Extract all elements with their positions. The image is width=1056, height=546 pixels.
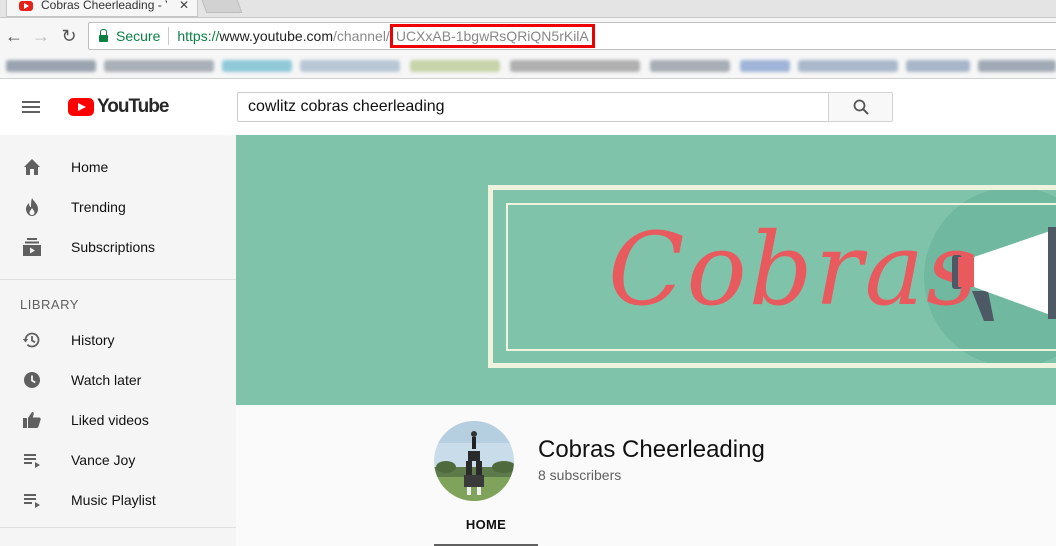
address-bar[interactable]: Secure https:// www.youtube.com /channel…	[88, 22, 1056, 50]
sidebar-divider	[0, 527, 236, 528]
url-path: /channel/	[333, 28, 390, 44]
thumbs-up-icon	[22, 410, 42, 430]
channel-name: Cobras Cheerleading	[538, 436, 765, 463]
channel-banner: Cobras	[236, 135, 1056, 405]
sidebar-divider	[0, 279, 236, 280]
sidebar-item-label: Subscriptions	[71, 239, 156, 255]
secure-label: Secure	[116, 28, 161, 44]
home-icon	[22, 157, 42, 177]
lock-icon	[99, 28, 108, 42]
library-heading: LIBRARY	[20, 297, 79, 312]
sidebar-item-label: Liked videos	[71, 412, 149, 428]
sidebar-item-label: Trending	[71, 199, 126, 215]
avatar-image	[434, 421, 514, 501]
clock-icon	[22, 370, 42, 390]
youtube-logo-text: YouTube	[97, 96, 169, 117]
tab-close-icon[interactable]: ✕	[179, 0, 189, 12]
browser-tab-title: Cobras Cheerleading - Yo	[41, 0, 167, 12]
url-scheme: https://	[177, 28, 220, 44]
reload-icon[interactable]: ↻	[58, 26, 80, 46]
sidebar-item-label: Vance Joy	[71, 452, 136, 468]
megaphone-icon	[952, 227, 1056, 321]
sidebar-item-liked-videos[interactable]: Liked videos	[0, 400, 236, 440]
youtube-logo[interactable]: YouTube	[68, 96, 169, 118]
subscriber-count: 8 subscribers	[538, 467, 622, 483]
tab-home[interactable]: HOME	[434, 517, 538, 532]
sidebar-item-label: Watch later	[71, 372, 142, 388]
browser-tab-strip: Cobras Cheerleading - Yo ✕	[0, 0, 1056, 18]
bookmark-item[interactable]	[300, 60, 400, 72]
browser-tab[interactable]: Cobras Cheerleading - Yo ✕	[6, 0, 198, 17]
bookmark-item[interactable]	[978, 60, 1056, 72]
sidebar-item-watch-later[interactable]: Watch later	[0, 360, 236, 400]
youtube-masthead: YouTube	[0, 79, 1056, 135]
forward-icon[interactable]: →	[30, 26, 52, 46]
sidebar-item-subscriptions[interactable]: Subscriptions	[0, 227, 236, 267]
flame-icon	[22, 197, 42, 217]
browser-toolbar: ← → ↻ Secure https:// www.youtube.com /c…	[0, 18, 1056, 55]
url-channel-id-highlight: UCXxAB-1bgwRsQRiQN5rKilA	[389, 24, 595, 48]
menu-icon[interactable]	[22, 101, 40, 113]
bookmark-item[interactable]	[410, 60, 500, 72]
bookmark-item[interactable]	[740, 60, 790, 72]
sidebar-item-label: History	[71, 332, 115, 348]
bookmark-item[interactable]	[798, 60, 898, 72]
history-icon	[22, 330, 42, 350]
bookmark-item[interactable]	[906, 60, 970, 72]
search-icon	[853, 99, 869, 115]
new-tab-button[interactable]	[201, 0, 243, 13]
bookmark-item[interactable]	[222, 60, 292, 72]
sidebar-item-trending[interactable]: Trending	[0, 187, 236, 227]
sidebar-item-home[interactable]: Home	[0, 147, 236, 187]
bookmark-item[interactable]	[6, 60, 96, 72]
bookmark-item[interactable]	[650, 60, 730, 72]
banner-title: Cobras	[608, 211, 980, 328]
sidebar-item-label: Music Playlist	[71, 492, 156, 508]
channel-avatar[interactable]	[434, 421, 514, 501]
bookmark-item[interactable]	[104, 60, 214, 72]
youtube-favicon-icon	[19, 1, 33, 11]
playlist-icon	[22, 450, 42, 470]
guide-sidebar: Home Trending Subscriptions LIBRARY Hist…	[0, 135, 236, 546]
address-separator	[168, 27, 170, 45]
url-host: www.youtube.com	[219, 28, 333, 44]
sidebar-item-music-playlist[interactable]: Music Playlist	[0, 480, 236, 520]
sidebar-item-history[interactable]: History	[0, 320, 236, 360]
subscriptions-icon	[22, 237, 42, 257]
channel-header: Cobras Cheerleading 8 subscribers HOME	[236, 405, 1056, 546]
sidebar-item-label: Home	[71, 159, 109, 175]
playlist-icon	[22, 490, 42, 510]
youtube-play-icon	[68, 98, 94, 116]
back-icon[interactable]: ←	[3, 26, 25, 46]
bookmark-item[interactable]	[510, 60, 640, 72]
bookmarks-bar	[0, 55, 1056, 79]
search-input[interactable]	[237, 92, 829, 122]
search-button[interactable]	[828, 92, 893, 122]
sidebar-item-vance-joy[interactable]: Vance Joy	[0, 440, 236, 480]
